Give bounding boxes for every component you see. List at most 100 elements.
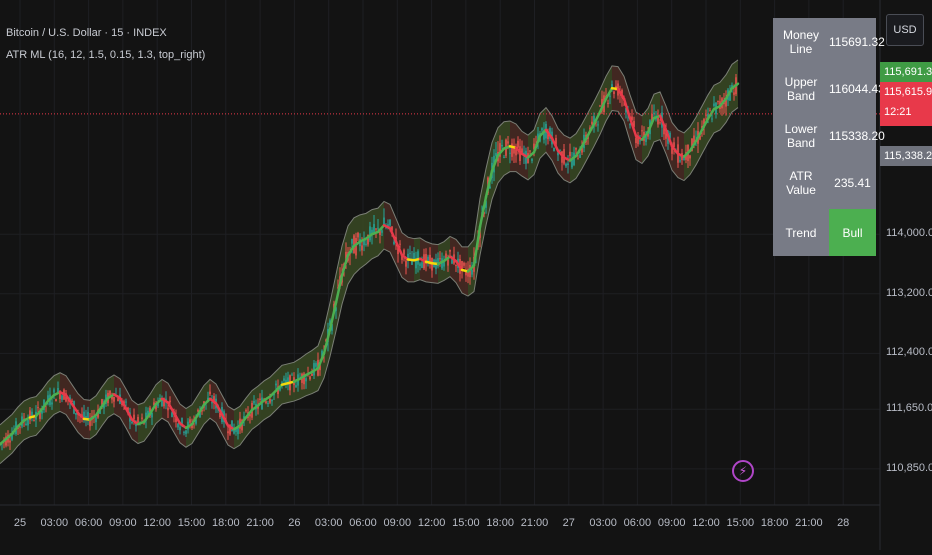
x-tick-label: 12:00 xyxy=(417,517,446,529)
lightning-bolt-icon[interactable]: ⚡ xyxy=(732,460,754,482)
y-tick-label: 114,000.00 xyxy=(886,227,932,240)
candle-body xyxy=(269,399,271,403)
candle-body xyxy=(183,431,185,433)
candle-body xyxy=(283,378,285,381)
candle-body xyxy=(185,430,187,434)
candle-body xyxy=(409,252,411,254)
candle-body xyxy=(245,410,247,412)
x-tick-label: 06:00 xyxy=(623,517,652,529)
candle-body xyxy=(141,417,143,419)
candle-body xyxy=(253,400,255,404)
candle-body xyxy=(117,398,119,402)
table-row: Upper Band 116044.43 xyxy=(773,65,885,112)
candle-body xyxy=(709,110,711,112)
candle-body xyxy=(61,395,63,400)
x-tick-label: 03:00 xyxy=(589,517,617,529)
currency-button[interactable]: USD xyxy=(886,14,924,46)
candle-body xyxy=(463,262,465,266)
x-tick-label: 09:00 xyxy=(109,517,137,529)
candle-body xyxy=(19,426,21,428)
x-tick-label: 21:00 xyxy=(246,517,274,529)
candle-body xyxy=(541,128,543,131)
candle-body xyxy=(351,239,353,244)
candle-body xyxy=(285,379,287,383)
candle-body xyxy=(403,249,405,255)
candle-body xyxy=(133,414,135,420)
upper-band-label: Upper Band xyxy=(784,74,818,103)
money-line-value: 115691.32 xyxy=(829,34,885,49)
x-tick-label: 18:00 xyxy=(760,517,789,529)
candle-body xyxy=(577,158,579,160)
candle-body xyxy=(613,91,615,94)
candle-body xyxy=(51,402,53,405)
candle-body xyxy=(689,155,691,159)
candle-body xyxy=(209,391,211,395)
x-tick-label: 21:00 xyxy=(520,517,549,529)
candle-body xyxy=(579,154,581,158)
candle-body xyxy=(405,260,407,267)
symbol-title[interactable]: Bitcoin / U.S. Dollar · 15 · INDEX xyxy=(6,22,205,44)
x-tick-label: 09:00 xyxy=(383,517,412,529)
upper-band-value: 116044.43 xyxy=(829,81,885,96)
x-tick-label: 03:00 xyxy=(314,517,343,529)
candle-body xyxy=(529,150,531,152)
x-tick-label: 15:00 xyxy=(726,517,755,529)
candle-body xyxy=(389,219,391,226)
candle-body xyxy=(189,419,191,423)
x-tick-label: 06:00 xyxy=(349,517,377,529)
x-tick-label: 27 xyxy=(562,517,575,529)
candle-body xyxy=(705,114,707,116)
candle-body xyxy=(137,416,139,423)
money-line-price-tag: 115,691.32 xyxy=(880,62,932,82)
candle-body xyxy=(421,262,423,268)
table-row: Lower Band 115338.20 xyxy=(773,112,885,159)
y-tick-label: 110,850.00 xyxy=(886,461,932,474)
candle-body xyxy=(711,118,713,120)
candle-body xyxy=(471,269,473,275)
lower-band-value: 115338.20 xyxy=(829,128,885,143)
candle-body xyxy=(365,243,367,245)
candle-body xyxy=(597,124,599,126)
candle-body xyxy=(679,160,681,162)
candle-body xyxy=(357,232,359,238)
candle-body xyxy=(95,417,97,423)
x-tick-label: 28 xyxy=(837,517,850,529)
last-price-tag: 115,615.96 12:21 xyxy=(880,82,932,126)
candle-body xyxy=(609,95,611,97)
lower-band-label: Lower Band xyxy=(784,121,818,150)
candle-body xyxy=(569,151,571,157)
indicator-title[interactable]: ATR ML (16, 12, 1.5, 0.15, 1.3, top_righ… xyxy=(6,44,205,66)
y-tick-label: 112,400.00 xyxy=(886,346,932,359)
candle-body xyxy=(275,383,277,386)
candle-body xyxy=(449,250,451,252)
candle-body xyxy=(641,130,643,132)
candle-body xyxy=(733,92,735,95)
candle-body xyxy=(167,407,169,411)
candle-body xyxy=(501,144,503,147)
candle-body xyxy=(113,396,115,402)
candle-body xyxy=(361,245,363,251)
candle-body xyxy=(659,122,661,124)
money-line-label: Money Line xyxy=(782,27,820,56)
candle-body xyxy=(177,423,179,428)
y-tick-label: 111,650.00 xyxy=(886,402,932,415)
candle-body xyxy=(509,152,511,154)
candle-body xyxy=(9,440,11,443)
x-tick-label: 12:00 xyxy=(143,517,171,529)
candle-body xyxy=(393,241,395,245)
candle-body xyxy=(399,243,401,245)
candle-body xyxy=(717,100,719,102)
x-tick-label: 15:00 xyxy=(177,517,206,529)
candle-body xyxy=(565,163,567,167)
candle-body xyxy=(281,382,283,384)
candle-body xyxy=(305,378,307,382)
candle-body xyxy=(629,124,631,126)
candle-body xyxy=(37,407,39,409)
x-tick-label: 26 xyxy=(288,517,301,529)
x-tick-label: 06:00 xyxy=(74,517,103,529)
candle-body xyxy=(419,263,421,266)
candle-body xyxy=(87,411,89,419)
candle-body xyxy=(131,421,133,424)
x-tick-label: 15:00 xyxy=(452,517,480,529)
indicator-info-table: Money Line 115691.32 Upper Band 116044.4… xyxy=(773,18,885,256)
